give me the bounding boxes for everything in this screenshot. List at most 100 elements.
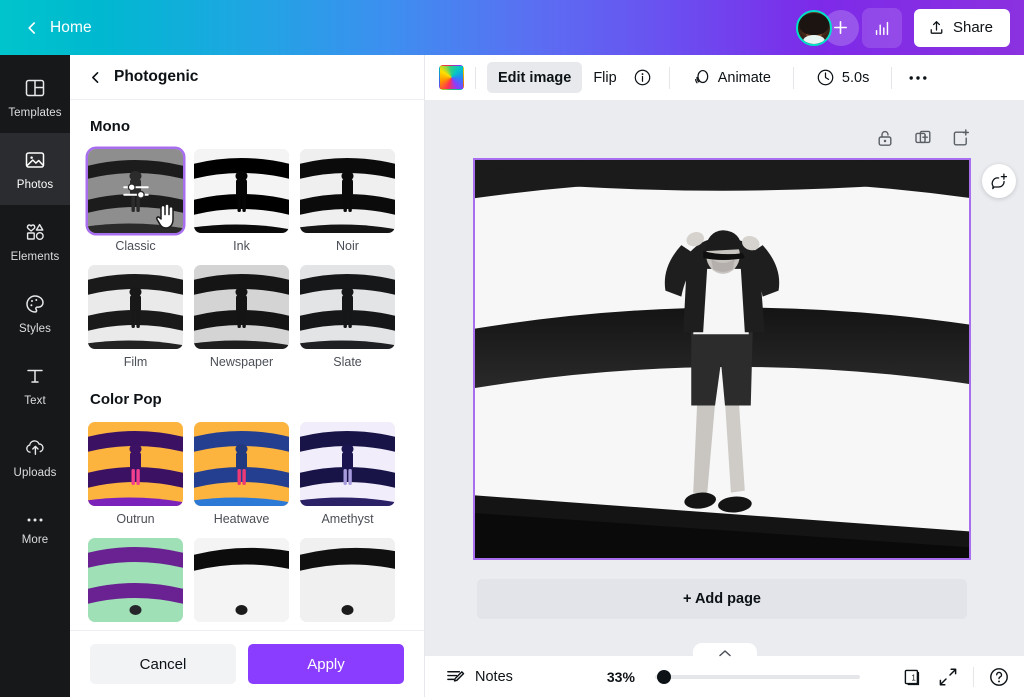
add-page-icon[interactable] xyxy=(950,127,972,149)
bar-chart-icon xyxy=(872,18,892,38)
info-button[interactable] xyxy=(628,63,658,93)
sidebar-item-elements[interactable]: Elements xyxy=(0,205,70,277)
sidebar-item-more[interactable]: More xyxy=(0,493,70,565)
sidebar-item-photos[interactable]: Photos xyxy=(0,133,70,205)
notes-button[interactable]: Notes xyxy=(439,662,519,691)
sidebar-item-uploads[interactable]: Uploads xyxy=(0,421,70,493)
comment-add-icon xyxy=(989,171,1009,191)
zoom-percent: 33% xyxy=(607,669,641,685)
preview-image xyxy=(88,422,183,506)
avatar-hair xyxy=(799,13,829,35)
zoom-slider[interactable] xyxy=(655,670,860,684)
filter-thumb-classic[interactable]: Classic xyxy=(88,149,183,253)
section-title-mono: Mono xyxy=(90,118,406,135)
status-divider xyxy=(973,667,974,687)
hand-cursor-icon xyxy=(153,201,179,231)
filter-label: Amethyst xyxy=(300,512,395,526)
notes-icon xyxy=(445,666,466,687)
filter-label: Newspaper xyxy=(194,355,289,369)
more-icon xyxy=(23,513,47,527)
page-count-icon[interactable]: 1 xyxy=(901,666,923,688)
filter-preview xyxy=(300,422,395,506)
styles-icon xyxy=(23,292,47,316)
filter-thumb-amethyst[interactable]: Amethyst xyxy=(300,422,395,526)
flip-button[interactable]: Flip xyxy=(582,62,627,93)
filter-label: Heatwave xyxy=(194,512,289,526)
preview-image xyxy=(300,422,395,506)
sidebar-label: Templates xyxy=(8,107,61,119)
toolbar-divider xyxy=(669,67,670,89)
insights-button[interactable] xyxy=(862,8,902,48)
zoom-slider-knob[interactable] xyxy=(657,670,671,684)
canvas-area[interactable]: + Add page xyxy=(425,101,1024,697)
design-page[interactable] xyxy=(473,158,971,560)
uploads-icon xyxy=(23,435,48,460)
filter-thumb-mint[interactable] xyxy=(88,538,183,628)
filter-thumb-heatwave[interactable]: Heatwave xyxy=(194,422,289,526)
preview-image xyxy=(300,149,395,233)
page-tools xyxy=(874,127,972,149)
status-bar: Notes 33% 1 xyxy=(425,655,1024,697)
toolbar-divider xyxy=(793,67,794,89)
home-button[interactable]: Home xyxy=(16,13,100,43)
collapse-panel-button[interactable] xyxy=(693,643,757,658)
filter-thumb-ink[interactable]: Ink xyxy=(194,149,289,253)
filter-preview xyxy=(300,265,395,349)
filter-preview xyxy=(300,538,395,622)
animate-label: Animate xyxy=(718,70,771,86)
color-swatch[interactable] xyxy=(439,65,464,90)
plus-icon xyxy=(831,18,850,37)
edit-image-button[interactable]: Edit image xyxy=(487,62,582,93)
animate-button[interactable]: Animate xyxy=(681,62,782,93)
filter-thumb-film[interactable]: Film xyxy=(88,265,183,369)
sidebar-item-templates[interactable]: Templates xyxy=(0,61,70,133)
notes-label: Notes xyxy=(475,669,513,685)
design-page-wrapper xyxy=(473,158,971,560)
more-options-button[interactable] xyxy=(903,63,933,93)
filter-preview xyxy=(88,422,183,506)
toolbar-divider xyxy=(475,67,476,89)
filter-thumb-bw-a[interactable] xyxy=(194,538,289,628)
filter-thumb-outrun[interactable]: Outrun xyxy=(88,422,183,526)
home-label: Home xyxy=(50,19,92,37)
filter-thumb-bw-b[interactable] xyxy=(300,538,395,628)
sidebar-item-text[interactable]: Text xyxy=(0,349,70,421)
duplicate-icon[interactable] xyxy=(912,127,934,149)
elements-icon xyxy=(23,219,48,244)
duration-label: 5.0s xyxy=(842,70,869,86)
sidebar-label: Text xyxy=(24,395,46,407)
cancel-button[interactable]: Cancel xyxy=(90,644,236,684)
toolbar-divider xyxy=(891,67,892,89)
filter-label: Slate xyxy=(300,355,395,369)
filter-label: Film xyxy=(88,355,183,369)
apply-button[interactable]: Apply xyxy=(248,644,404,684)
add-page-button[interactable]: + Add page xyxy=(477,579,967,619)
duration-button[interactable]: 5.0s xyxy=(805,62,880,93)
share-label: Share xyxy=(953,19,993,36)
preview-image xyxy=(194,149,289,233)
canva-editor-app: Home xyxy=(0,0,1024,697)
filters-scroll-area[interactable]: Mono xyxy=(70,100,424,630)
help-icon[interactable] xyxy=(988,666,1010,688)
preview-image xyxy=(300,265,395,349)
avatar[interactable] xyxy=(796,10,832,46)
expand-icon[interactable] xyxy=(937,666,959,688)
page-photo xyxy=(475,160,969,558)
preview-image xyxy=(194,422,289,506)
zoom-controls: 33% xyxy=(607,669,860,685)
filter-label: Classic xyxy=(88,239,183,253)
sidebar-item-styles[interactable]: Styles xyxy=(0,277,70,349)
filter-label: Noir xyxy=(300,239,395,253)
filter-preview xyxy=(88,149,183,233)
lock-icon[interactable] xyxy=(874,127,896,149)
filter-preview xyxy=(300,149,395,233)
add-comment-button[interactable] xyxy=(982,164,1016,198)
editor-toolbar: Edit image Flip Animate 5.0s xyxy=(425,55,1024,101)
chevron-left-icon[interactable] xyxy=(88,70,103,85)
sidebar-label: Uploads xyxy=(14,467,57,479)
share-button[interactable]: Share xyxy=(914,9,1010,47)
filter-thumb-newspaper[interactable]: Newspaper xyxy=(194,265,289,369)
adjust-sliders-icon[interactable] xyxy=(121,180,151,202)
filter-thumb-noir[interactable]: Noir xyxy=(300,149,395,253)
filter-thumb-slate[interactable]: Slate xyxy=(300,265,395,369)
